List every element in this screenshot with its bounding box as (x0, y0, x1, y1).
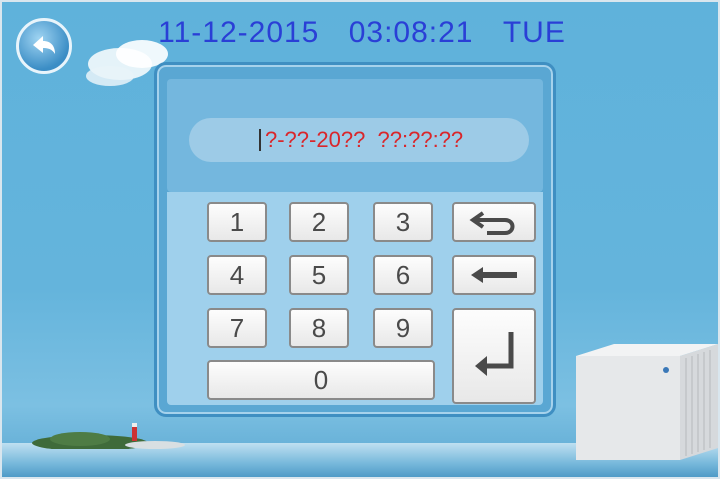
weekday-text: TUE (502, 16, 566, 49)
heat-pump-unit-image (576, 344, 718, 460)
key-5[interactable]: 5 (289, 255, 349, 295)
key-7[interactable]: 7 (207, 308, 267, 348)
key-1[interactable]: 1 (207, 202, 267, 242)
island-decoration (32, 423, 185, 449)
datetime-input-panel: ?-??-20?? ??:??:?? 1 2 3 4 5 6 7 8 9 0 (154, 62, 556, 417)
backspace-button[interactable] (452, 255, 536, 295)
datetime-header: 11-12-2015 03:08:21 TUE (2, 16, 718, 50)
key-3[interactable]: 3 (373, 202, 433, 242)
screen: 11-12-2015 03:08:21 TUE ?-??-20?? ??:??:… (0, 0, 720, 479)
key-6[interactable]: 6 (373, 255, 433, 295)
key-9[interactable]: 9 (373, 308, 433, 348)
datetime-input-field[interactable]: ?-??-20?? ??:??:?? (189, 118, 529, 162)
key-0[interactable]: 0 (207, 360, 435, 400)
key-2[interactable]: 2 (289, 202, 349, 242)
undo-icon (469, 211, 515, 235)
time-text: 03:08:21 (348, 16, 474, 49)
date-text: 11-12-2015 (158, 16, 320, 49)
enter-icon (475, 332, 514, 376)
backspace-arrow-icon (471, 267, 517, 283)
key-8[interactable]: 8 (289, 308, 349, 348)
undo-button[interactable] (452, 202, 536, 242)
key-4[interactable]: 4 (207, 255, 267, 295)
text-cursor (259, 129, 261, 151)
enter-button[interactable] (452, 308, 536, 404)
numeric-keypad: 1 2 3 4 5 6 7 8 9 0 (167, 192, 543, 405)
datetime-input-value: ?-??-20?? ??:??:?? (265, 127, 464, 152)
